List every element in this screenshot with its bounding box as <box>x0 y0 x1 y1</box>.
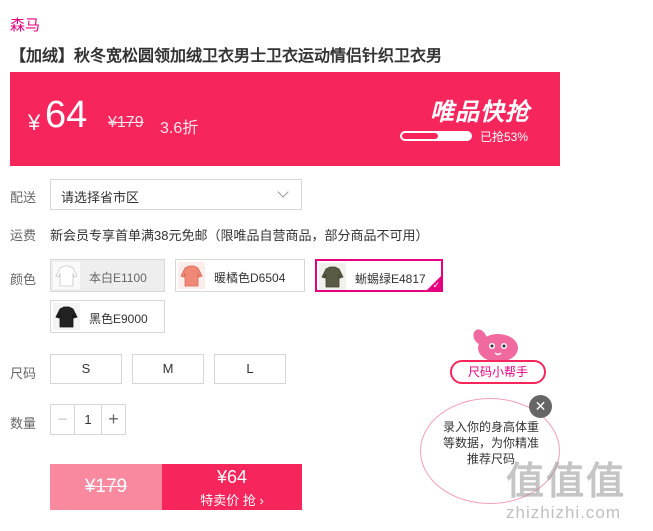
close-icon[interactable]: ✕ <box>529 395 552 418</box>
decrement-button[interactable]: − <box>51 405 75 434</box>
buy-now-button[interactable]: ¥64 特卖价 抢 › <box>162 464 302 510</box>
size-label: 尺码 <box>10 366 37 381</box>
color-option-label: 本白E1100 <box>89 271 147 285</box>
increment-button[interactable]: + <box>101 405 125 434</box>
chevron-down-icon <box>277 186 289 198</box>
color-option-black[interactable]: 黑色E9000 <box>50 300 165 333</box>
quantity-stepper: − 1 + <box>50 404 126 435</box>
grab-progress-bar <box>400 131 472 141</box>
color-option-white[interactable]: 本白E1100 <box>50 259 165 292</box>
size-option-m[interactable]: M <box>132 354 204 384</box>
grab-progress-fill <box>402 133 439 139</box>
grab-progress-text: 已抢53% <box>480 130 529 144</box>
product-title: 【加绒】秋冬宽松圆领加绒卫衣男士卫衣运动情侣针织卫衣男 <box>10 48 443 65</box>
shipping-label: 运费 <box>10 228 37 243</box>
region-select[interactable]: 请选择省市区 <box>50 179 302 210</box>
watermark-logo: 值值值 <box>506 461 627 503</box>
color-label: 颜色 <box>10 272 37 287</box>
original-price: ¥179 <box>108 114 144 131</box>
mascot-icon <box>473 329 518 362</box>
original-price-button[interactable]: ¥179 <box>50 464 162 510</box>
quantity-label: 数量 <box>10 416 37 431</box>
watermark-url: zhizhizhi.com <box>506 503 622 522</box>
sale-price: 64 <box>45 94 88 136</box>
shipping-info: 新会员专享首单满38元免邮（限唯品自营商品，部分商品不可用） <box>50 228 429 243</box>
sweater-green-thumb <box>319 263 346 290</box>
color-option-label: 暖橘色D6504 <box>214 271 286 285</box>
region-select-value: 请选择省市区 <box>61 190 140 205</box>
vip-flash-label: 唯品快抢 <box>430 99 530 126</box>
size-helper-button[interactable]: 尺码小帮手 <box>450 360 546 384</box>
original-price-text: ¥179 <box>84 476 128 497</box>
buy-now-label: 特卖价 抢 › <box>200 493 264 508</box>
color-option-orange[interactable]: 暖橘色D6504 <box>175 259 305 292</box>
color-option-label: 蜥蜴绿E4817 <box>355 272 426 286</box>
currency-symbol: ¥ <box>28 110 41 135</box>
sweater-white-thumb <box>53 262 80 289</box>
delivery-label: 配送 <box>10 190 37 205</box>
size-option-s[interactable]: S <box>50 354 122 384</box>
check-icon: ✓ <box>432 280 440 290</box>
buy-now-price: ¥64 <box>216 467 248 487</box>
brand-name[interactable]: 森马 <box>10 14 40 35</box>
color-option-green[interactable]: 蜥蜴绿E4817 ✓ <box>315 259 443 292</box>
sweater-black-thumb <box>53 303 80 330</box>
discount-rate: 3.6折 <box>160 120 199 137</box>
sweater-orange-thumb <box>178 262 205 289</box>
color-option-label: 黑色E9000 <box>89 312 148 326</box>
quantity-value[interactable]: 1 <box>75 405 101 434</box>
price-banner: ¥ 64 ¥179 3.6折 唯品快抢 已抢53% <box>10 72 560 166</box>
size-option-l[interactable]: L <box>214 354 286 384</box>
